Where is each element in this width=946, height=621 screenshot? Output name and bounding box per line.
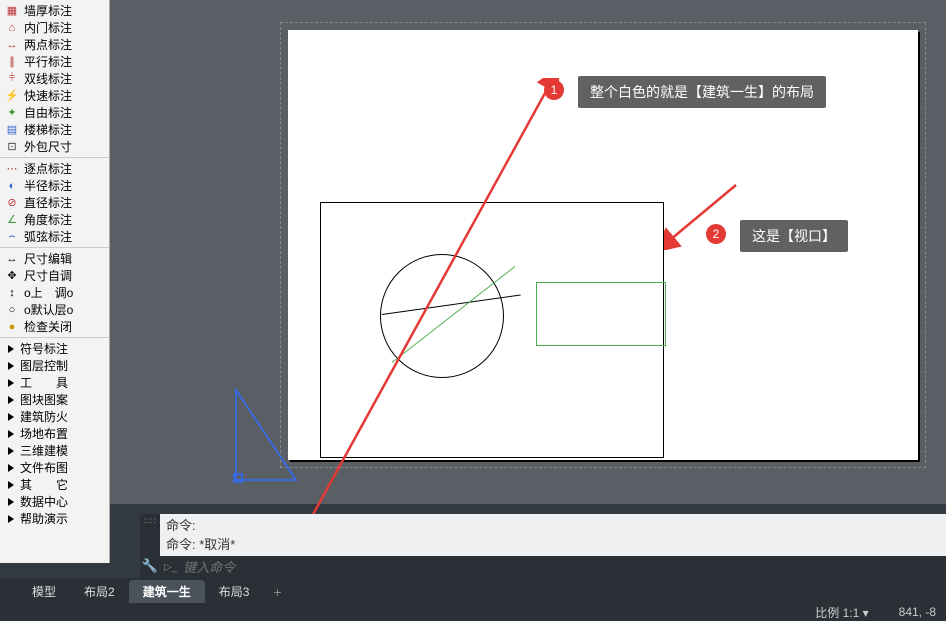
sidebar-group-2: ⋯逐点标注 ◐半径标注 ⊘直径标注 ∠角度标注 ⌢弧弦标注 — [0, 157, 109, 247]
angle-icon: ∠ — [4, 212, 20, 228]
points-icon: ⋯ — [4, 161, 20, 177]
command-panel: ∷∷ 🔧 命令: 命令: *取消* ▷_ — [140, 514, 946, 578]
sidebar-item-help[interactable]: 帮助演示 — [0, 510, 109, 527]
chevron-right-icon: ▷_ — [164, 562, 177, 573]
sidebar-item-quick[interactable]: ⚡快速标注 — [0, 87, 109, 104]
sidebar-item-layer-ctrl[interactable]: 图层控制 — [0, 357, 109, 374]
expand-icon — [8, 379, 14, 387]
sidebar-item-3d[interactable]: 三维建模 — [0, 442, 109, 459]
sidebar-item-diameter[interactable]: ⊘直径标注 — [0, 194, 109, 211]
arc-icon: ⌢ — [4, 229, 20, 245]
sidebar-item-fire[interactable]: 建筑防火 — [0, 408, 109, 425]
check-icon: ● — [4, 319, 20, 335]
wall-icon: ▦ — [4, 3, 20, 19]
free-icon: ✦ — [4, 105, 20, 121]
command-history: 命令: 命令: *取消* — [160, 514, 946, 556]
sidebar-group-3: ↔尺寸编辑 ✥尺寸自调 ↕o上 调o ○o默认层o ●检查关闭 — [0, 247, 109, 337]
command-input-row[interactable]: ▷_ — [160, 556, 946, 578]
expand-icon — [8, 481, 14, 489]
stair-icon: ▤ — [4, 122, 20, 138]
sidebar-group-4: 符号标注 图层控制 工 具 图块图案 建筑防火 场地布置 三维建模 文件布图 其… — [0, 337, 109, 529]
tab-layout2[interactable]: 布局2 — [70, 580, 129, 603]
command-history-line: 命令: *取消* — [166, 534, 940, 553]
sidebar-item-two-point[interactable]: ↔两点标注 — [0, 36, 109, 53]
sidebar-item-data-center[interactable]: 数据中心 — [0, 493, 109, 510]
parallel-icon: ∥ — [4, 54, 20, 70]
command-body: 命令: 命令: *取消* ▷_ — [160, 514, 946, 578]
two-point-icon: ↔ — [4, 37, 20, 53]
status-scale[interactable]: 比例 1:1 ▾ — [815, 604, 868, 621]
expand-icon — [8, 498, 14, 506]
expand-icon — [8, 413, 14, 421]
sidebar-item-file-layout[interactable]: 文件布图 — [0, 459, 109, 476]
sidebar-item-radius[interactable]: ◐半径标注 — [0, 177, 109, 194]
sidebar-item-point-by-point[interactable]: ⋯逐点标注 — [0, 160, 109, 177]
callout-1-text: 整个白色的就是【建筑一生】的布局 — [590, 82, 814, 102]
layout-tabs: 模型 布局2 建筑一生 布局3 + — [0, 578, 946, 603]
status-coordinates: 841, -8 — [899, 605, 936, 619]
drag-handle-icon[interactable]: ∷∷ — [144, 518, 155, 524]
quick-icon: ⚡ — [4, 88, 20, 104]
up-icon: ↕ — [4, 285, 20, 301]
sidebar-item-outer[interactable]: ⊡外包尺寸 — [0, 138, 109, 155]
sidebar-item-door[interactable]: ⌂内门标注 — [0, 19, 109, 36]
tab-add-button[interactable]: + — [263, 581, 291, 603]
sidebar-item-other[interactable]: 其 它 — [0, 476, 109, 493]
command-panel-gutter[interactable]: ∷∷ 🔧 — [140, 514, 160, 578]
expand-icon — [8, 430, 14, 438]
sidebar-item-double-line[interactable]: ⫩双线标注 — [0, 70, 109, 87]
dim-auto-icon: ✥ — [4, 268, 20, 284]
wrench-icon[interactable]: 🔧 — [142, 558, 158, 574]
sidebar-item-dim-edit[interactable]: ↔尺寸编辑 — [0, 250, 109, 267]
expand-icon — [8, 362, 14, 370]
command-history-line: 命令: — [166, 515, 940, 534]
sidebar-item-site[interactable]: 场地布置 — [0, 425, 109, 442]
expand-icon — [8, 447, 14, 455]
expand-icon — [8, 464, 14, 472]
diameter-icon: ⊘ — [4, 195, 20, 211]
double-line-icon: ⫩ — [4, 71, 20, 87]
status-bar: 比例 1:1 ▾ 841, -8 — [0, 603, 946, 621]
tab-jianzhu[interactable]: 建筑一生 — [129, 580, 205, 603]
sidebar: ▦墙厚标注 ⌂内门标注 ↔两点标注 ∥平行标注 ⫩双线标注 ⚡快速标注 ✦自由标… — [0, 0, 110, 563]
sidebar-item-arc-chord[interactable]: ⌢弧弦标注 — [0, 228, 109, 245]
sidebar-item-dim-auto[interactable]: ✥尺寸自调 — [0, 267, 109, 284]
annotation-callout-1: 1 整个白色的就是【建筑一生】的布局 — [578, 76, 826, 108]
expand-icon — [8, 345, 14, 353]
sidebar-item-wall-thickness[interactable]: ▦墙厚标注 — [0, 2, 109, 19]
sidebar-item-default-layer[interactable]: ○o默认层o — [0, 301, 109, 318]
sidebar-item-stair[interactable]: ▤楼梯标注 — [0, 121, 109, 138]
badge-1: 1 — [544, 80, 564, 100]
door-icon: ⌂ — [4, 20, 20, 36]
annotation-callout-2: 2 这是【视口】 — [740, 220, 848, 252]
sidebar-item-angle[interactable]: ∠角度标注 — [0, 211, 109, 228]
tab-layout3[interactable]: 布局3 — [205, 580, 264, 603]
tab-model[interactable]: 模型 — [18, 580, 70, 603]
command-input[interactable] — [183, 560, 942, 575]
expand-icon — [8, 396, 14, 404]
outer-icon: ⊡ — [4, 139, 20, 155]
badge-2: 2 — [706, 224, 726, 244]
dim-edit-icon: ↔ — [4, 251, 20, 267]
expand-icon — [8, 515, 14, 523]
sidebar-item-check-close[interactable]: ●检查关闭 — [0, 318, 109, 335]
layer-icon: ○ — [4, 302, 20, 318]
sidebar-item-parallel[interactable]: ∥平行标注 — [0, 53, 109, 70]
ucs-icon — [226, 380, 306, 490]
sidebar-item-block-pattern[interactable]: 图块图案 — [0, 391, 109, 408]
drawn-rect-green — [536, 282, 666, 346]
callout-2-text: 这是【视口】 — [752, 226, 836, 246]
sidebar-item-symbol[interactable]: 符号标注 — [0, 340, 109, 357]
sidebar-item-free[interactable]: ✦自由标注 — [0, 104, 109, 121]
sidebar-item-up-adjust[interactable]: ↕o上 调o — [0, 284, 109, 301]
drawn-circle — [380, 254, 504, 378]
sidebar-item-tools[interactable]: 工 具 — [0, 374, 109, 391]
radius-icon: ◐ — [4, 178, 20, 194]
sidebar-group-1: ▦墙厚标注 ⌂内门标注 ↔两点标注 ∥平行标注 ⫩双线标注 ⚡快速标注 ✦自由标… — [0, 0, 109, 157]
drawing-canvas[interactable]: 1 整个白色的就是【建筑一生】的布局 2 这是【视口】 — [110, 0, 946, 504]
